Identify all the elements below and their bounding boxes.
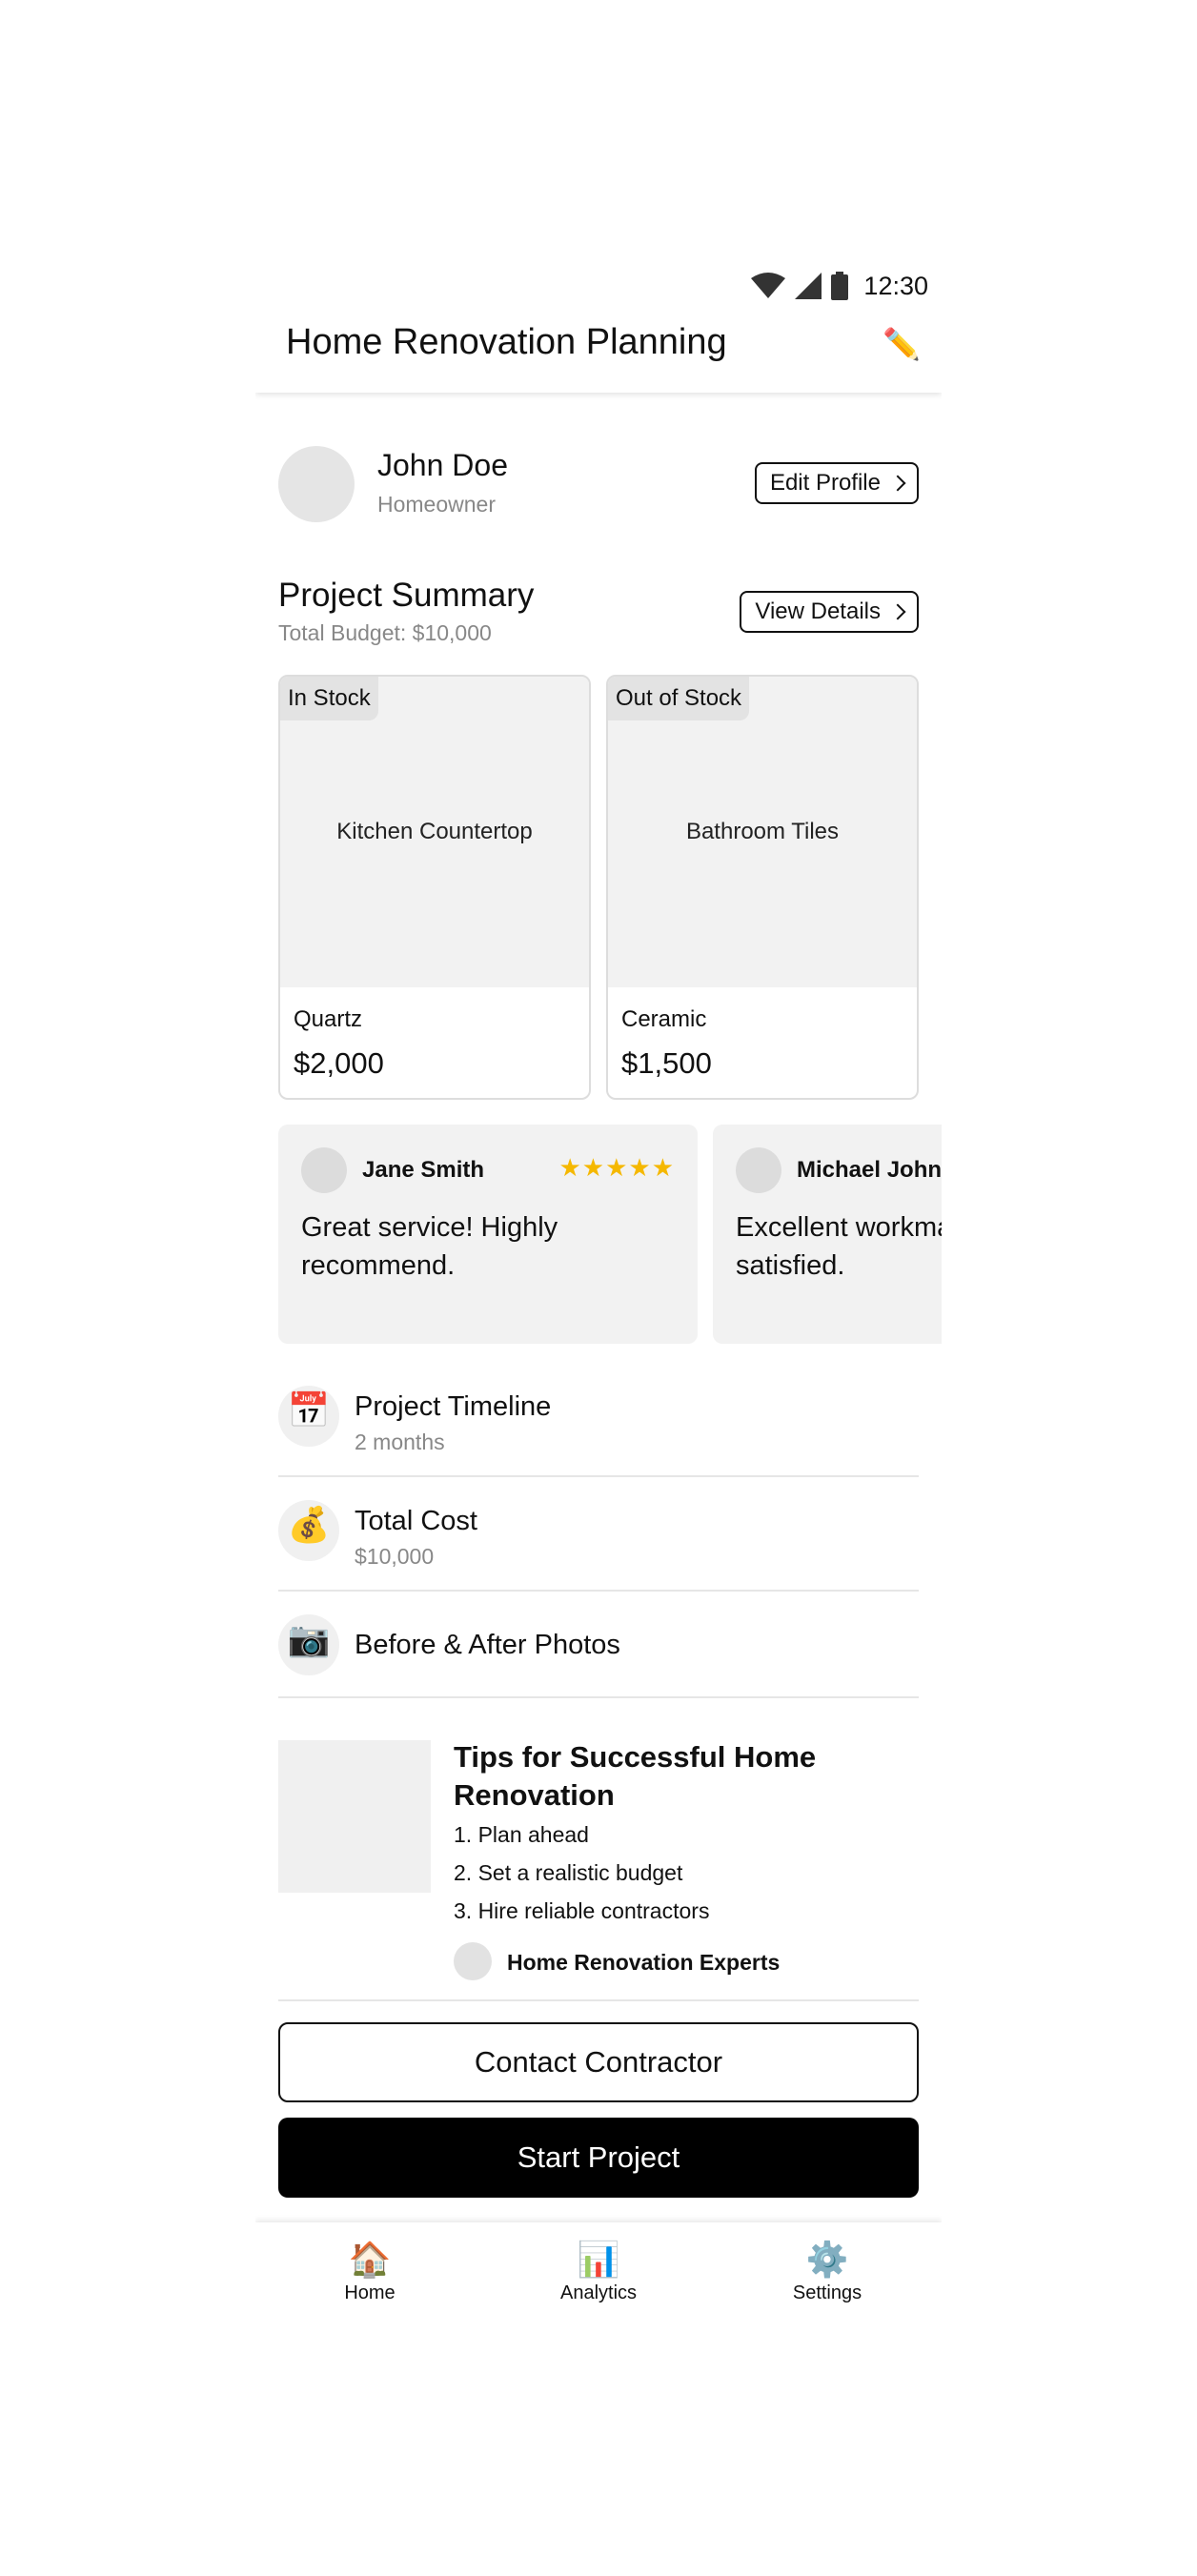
- reviewer-avatar: [736, 1147, 781, 1193]
- nav-item-home[interactable]: 🏠 Home: [255, 2222, 484, 2322]
- chart-icon: 📊: [577, 2239, 620, 2279]
- avatar: [278, 446, 355, 522]
- product-card[interactable]: Bathroom Tiles Out of Stock Ceramic $1,5…: [606, 675, 919, 1100]
- status-time: 12:30: [863, 271, 928, 300]
- reviewer-avatar: [301, 1147, 347, 1193]
- article-thumbnail[interactable]: [278, 1740, 431, 1893]
- product-card[interactable]: Kitchen Countertop In Stock Quartz $2,00…: [278, 675, 591, 1100]
- home-icon: 🏠: [348, 2239, 392, 2279]
- stock-badge: Out of Stock: [608, 677, 750, 720]
- review-card[interactable]: Michael Johnson ★★★★★ Excellent workmans…: [713, 1125, 942, 1344]
- profile-name: John Doe: [377, 448, 508, 482]
- nav-label: Settings: [792, 2282, 862, 2303]
- article-author: Home Renovation Experts: [507, 1950, 781, 1975]
- list-item-title: Total Cost: [355, 1506, 477, 1536]
- article-tip: 3. Hire reliable contractors: [454, 1898, 710, 1923]
- nav-item-settings[interactable]: ⚙️ Settings: [713, 2222, 942, 2322]
- status-bar: 12:30: [751, 263, 928, 309]
- star-rating: ★★★★★: [558, 1153, 675, 1182]
- view-details-label: View Details: [755, 598, 881, 624]
- app-header: 12:30 Home Renovation Planning ✏️: [255, 255, 942, 393]
- chevron-right-icon: [889, 603, 906, 620]
- chevron-right-icon: [889, 475, 906, 492]
- wifi-icon: [751, 273, 786, 298]
- list-item-subtitle: 2 months: [355, 1430, 445, 1454]
- divider: [278, 1999, 919, 2001]
- bottom-nav: 🏠 Home 📊 Analytics ⚙️ Settings: [255, 2222, 942, 2322]
- nav-label: Home: [344, 2282, 396, 2303]
- page-title: Home Renovation Planning: [286, 322, 727, 362]
- edit-profile-button[interactable]: Edit Profile: [754, 462, 919, 504]
- edit-profile-label: Edit Profile: [769, 470, 881, 496]
- product-price: $1,500: [621, 1046, 712, 1080]
- view-details-button[interactable]: View Details: [740, 591, 919, 633]
- article-title[interactable]: Tips for Successful Home Renovation: [454, 1738, 911, 1815]
- review-text: Great service! Highly recommend.: [301, 1212, 558, 1281]
- signal-icon: [795, 273, 822, 299]
- product-price: $2,000: [294, 1046, 384, 1080]
- money-bag-icon: 💰: [278, 1500, 339, 1561]
- profile-role: Homeowner: [377, 492, 496, 517]
- nav-label: Analytics: [559, 2282, 638, 2303]
- product-name: Bathroom Tiles: [685, 819, 840, 844]
- list-item-title: Project Timeline: [355, 1391, 552, 1422]
- product-name: Kitchen Countertop: [336, 819, 533, 844]
- start-project-button[interactable]: Start Project: [278, 2118, 919, 2198]
- battery-icon: [831, 272, 849, 300]
- list-item-total-cost[interactable]: 💰 Total Cost $10,000: [278, 1477, 919, 1592]
- nav-item-analytics[interactable]: 📊 Analytics: [484, 2222, 713, 2322]
- reviewer-name: Michael Johnson: [797, 1157, 942, 1183]
- list-item-title: Before & After Photos: [355, 1630, 620, 1660]
- camera-icon: 📷: [278, 1614, 339, 1675]
- pencil-icon[interactable]: ✏️: [883, 326, 921, 362]
- review-text: Excellent workmanship, very satisfied.: [736, 1212, 942, 1281]
- article-tip: 2. Set a realistic budget: [454, 1860, 683, 1885]
- product-image: Bathroom Tiles: [608, 677, 917, 987]
- gear-icon: ⚙️: [805, 2239, 849, 2279]
- product-material: Ceramic: [621, 1006, 707, 1032]
- product-image: Kitchen Countertop: [280, 677, 589, 987]
- app-screen: 12:30 Home Renovation Planning ✏️ John D…: [255, 255, 942, 2322]
- stock-badge: In Stock: [280, 677, 378, 720]
- article-tip: 1. Plan ahead: [454, 1822, 589, 1847]
- section-title: Project Summary: [278, 577, 535, 614]
- list-item-project-timeline[interactable]: 📅 Project Timeline 2 months: [278, 1372, 919, 1477]
- reviewer-name: Jane Smith: [362, 1157, 485, 1183]
- review-card[interactable]: Jane Smith ★★★★★ Great service! Highly r…: [278, 1125, 698, 1344]
- list-item-subtitle: $10,000: [355, 1544, 435, 1569]
- contact-contractor-button[interactable]: Contact Contractor: [278, 2022, 919, 2102]
- calendar-icon: 📅: [278, 1386, 339, 1447]
- product-material: Quartz: [294, 1006, 363, 1032]
- total-budget: Total Budget: $10,000: [278, 620, 492, 645]
- list-item-photos[interactable]: 📷 Before & After Photos: [278, 1592, 919, 1698]
- author-avatar: [454, 1942, 492, 1980]
